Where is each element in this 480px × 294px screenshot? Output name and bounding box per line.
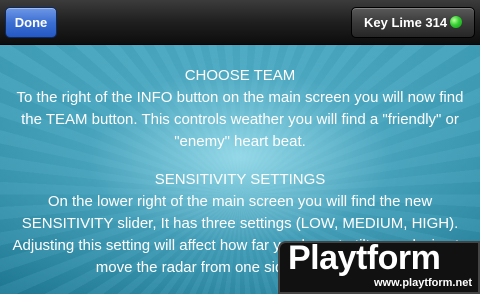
device-name-label: Key Lime 314: [364, 15, 448, 30]
section-choose-team: CHOOSE TEAM To the right of the INFO but…: [0, 65, 480, 153]
section-title: CHOOSE TEAM: [184, 67, 296, 84]
device-button[interactable]: Key Lime 314: [351, 7, 475, 38]
watermark-url: www.playtform.net: [374, 277, 472, 289]
section-body: To the right of the INFO button on the m…: [16, 89, 464, 150]
connection-status-icon: [450, 16, 462, 28]
section-title: SENSITIVITY SETTINGS: [154, 171, 326, 188]
navigation-bar: Done Key Lime 314: [0, 0, 480, 45]
done-button[interactable]: Done: [5, 7, 57, 38]
playtform-watermark: Playtform www.playtform.net: [278, 241, 480, 294]
watermark-logo: Playtform: [288, 241, 441, 277]
